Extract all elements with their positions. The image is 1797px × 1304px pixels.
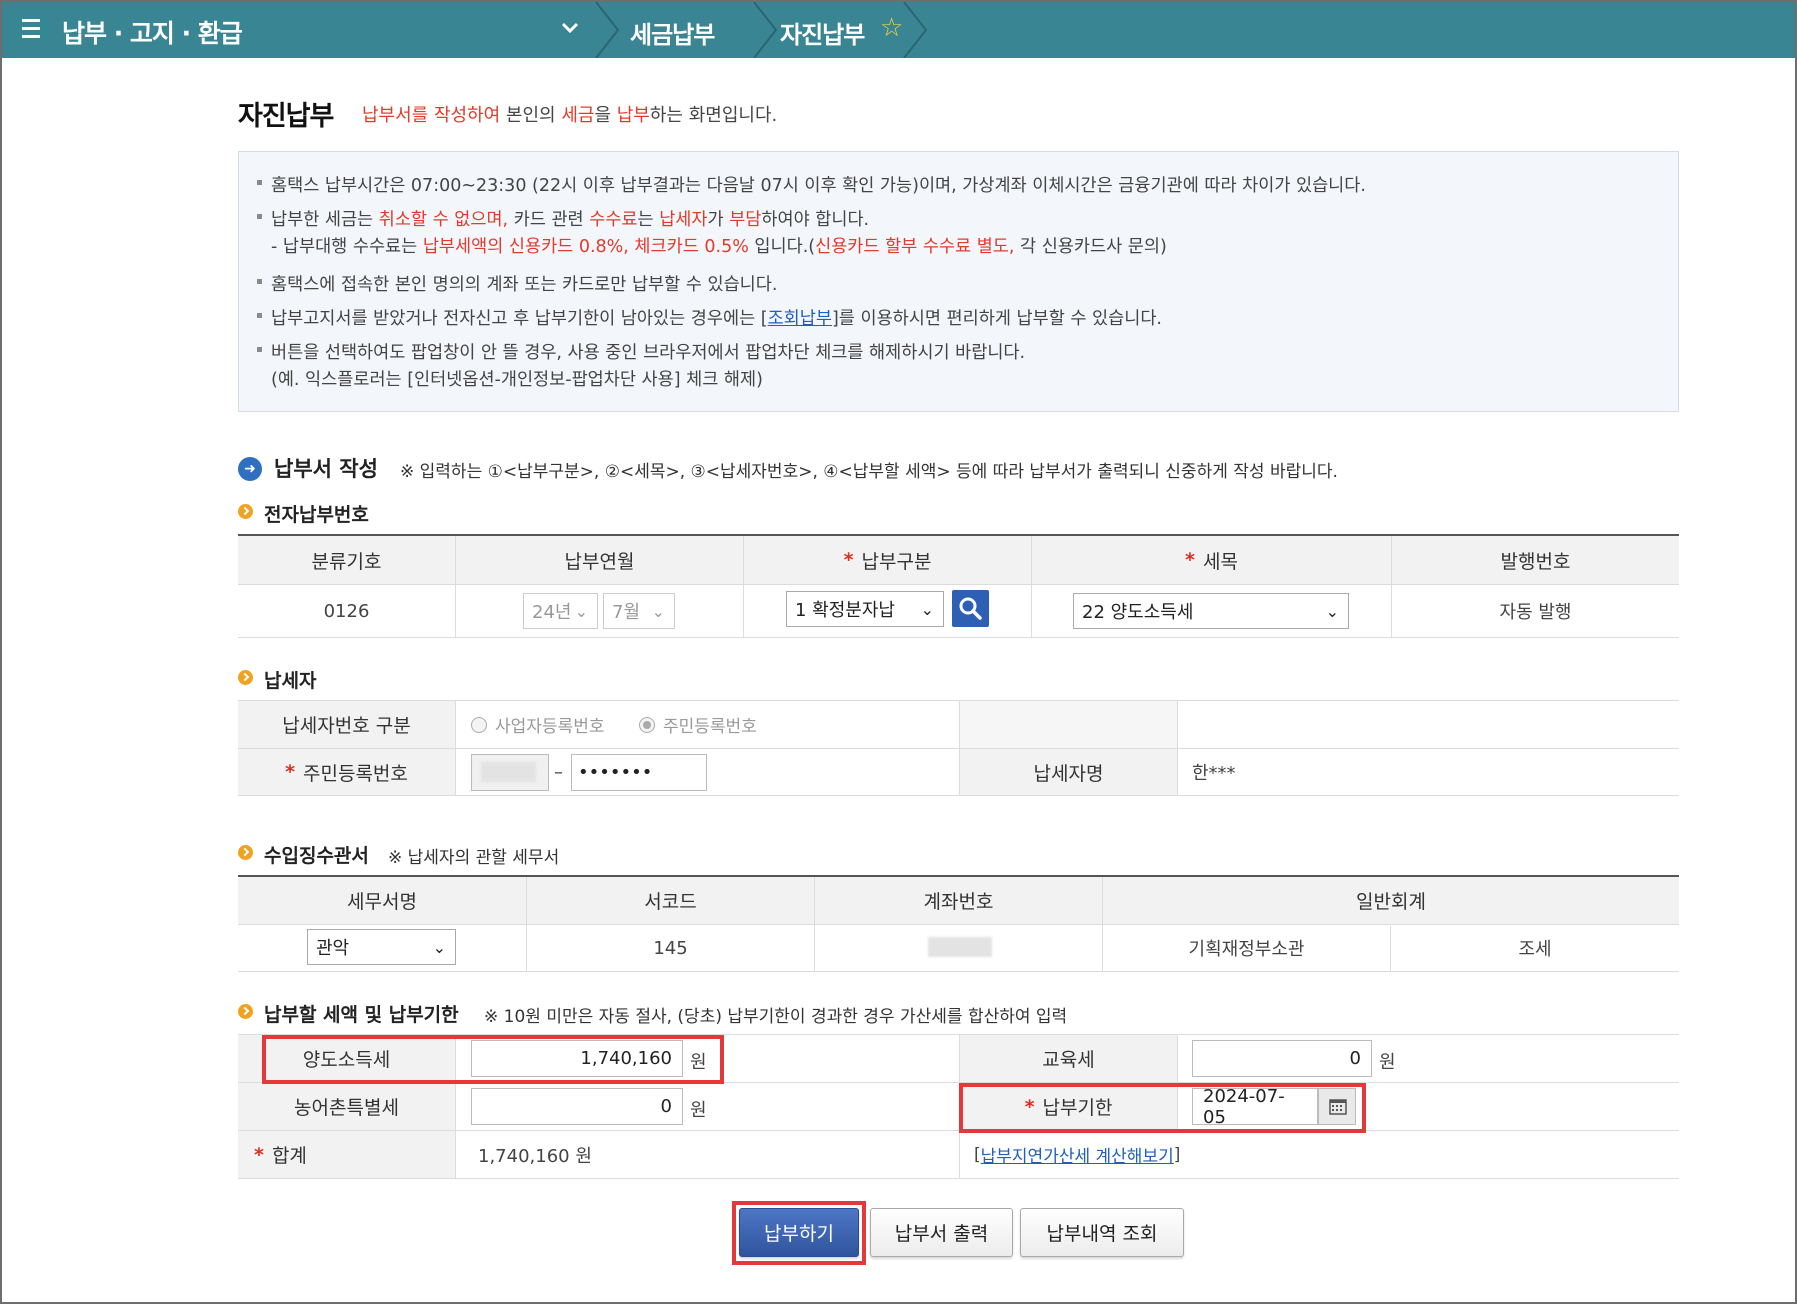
epay-section-title: 전자납부번호 [264,504,369,526]
taxpayer-name-label: 납세자명 [960,749,1177,795]
amount-section-note: ※ 10원 미만은 자동 절사, (당초) 납부기한이 경과한 경우 가산세를 … [484,1007,1068,1027]
education-tax-input[interactable]: 0 [1192,1040,1372,1077]
classification-code-value: 0126 [323,600,370,622]
form-section-note: ※ 입력하는 ①<납부구분>, ②<세목>, ③<납세자번호>, ④<납부할 세… [400,462,1338,482]
month-select[interactable]: 7월 ⌄ [603,593,675,629]
breadcrumb-separator-icon [595,2,620,58]
notice-line: 납부한 세금는 취소할 수 없으며, 카드 관련 수수료는 납세자가 부담하여야… [256,206,869,231]
notice-line: 홈택스에 접속한 본인 명의의 계좌 또는 카드로만 납부할 수 있습니다. [256,271,777,296]
header-issue-number: 발행번호 [1392,536,1679,584]
rural-tax-input[interactable]: 0 [471,1088,683,1125]
bullet-icon [238,504,253,519]
bullet-icon [238,670,253,685]
education-tax-label: 교육세 [960,1035,1177,1082]
masked-account-number [928,937,992,957]
rural-tax-label: 농어촌특별세 [238,1083,455,1130]
bullet-icon [238,845,253,860]
taxpayer-id-type-label: 납세자번호 구분 [238,701,455,748]
chevron-down-icon[interactable] [560,16,580,40]
resident-number-back-input[interactable]: ••••••• [571,754,707,791]
resident-number-radio[interactable] [639,717,655,733]
bullet-icon [238,1004,253,1019]
tax-kind-value: 조세 [1518,939,1552,960]
notice-line: - 납부대행 수수료는 납부세액의 신용카드 0.8%, 체크카드 0.5% 입… [271,237,1167,257]
taxpayer-name-value: 한*** [1192,763,1236,784]
issue-number-value: 자동 발행 [1499,602,1572,623]
resident-number-label: * 주민등록번호 [238,749,455,795]
payment-type-select[interactable]: 1 확정분자납 ⌄ [786,591,944,627]
business-number-radio[interactable] [471,717,487,733]
search-icon [959,597,982,620]
office-section-title: 수입징수관서 [264,845,369,867]
hamburger-menu-icon[interactable] [22,19,40,39]
top-navigation-bar: 납부 · 고지 · 환급 세금납부 자진납부 ☆ [2,2,1795,58]
notice-box: 홈택스 납부시간은 07:00~23:30 (22시 이후 납부결과는 다음날 … [238,151,1679,412]
taxpayer-section-title: 납세자 [264,670,317,692]
breadcrumb-tax-payment[interactable]: 세금납부 [630,15,715,50]
highlight-transfer-tax [262,1035,724,1084]
header-account-number: 계좌번호 [815,877,1102,924]
highlight-deadline [959,1083,1366,1133]
notice-line: 홈택스 납부시간은 07:00~23:30 (22시 이후 납부결과는 다음날 … [257,172,1366,197]
breadcrumb-separator-icon [903,2,928,58]
header-payment-month: 납부연월 [456,536,743,584]
epay-table: 분류기호 납부연월 * 납부구분 * 세목 발행번호 0126 24년 ⌄ 7월 ⌄ 1… [238,534,1679,638]
resident-number-dash: – [554,762,563,783]
office-section-note: ※ 납세자의 관할 세무서 [388,848,560,868]
arrow-circle-icon: ➜ [238,457,262,481]
notice-line: (예. 익스플로러는 [인터넷옵션-개인정보-팝업차단 사용] 체크 해제) [271,370,763,390]
notice-line: 납부고지서를 받았거나 전자신고 후 납부기한이 남아있는 경우에는 [조회납부… [257,305,1162,330]
tax-item-select[interactable]: 22 양도소득세 ⌄ [1073,593,1349,629]
print-bill-button[interactable]: 납부서 출력 [870,1208,1013,1257]
empty-header-cell [960,701,1177,748]
office-code-value: 145 [653,937,688,959]
office-name-select[interactable]: 관악 ⌄ [307,929,456,965]
late-penalty-link-wrapper: [납부지연가산세 계산해보기] [974,1131,1234,1178]
won-unit: 원 [1379,1052,1396,1073]
page-title: 자진납부 [238,101,334,132]
late-penalty-calc-link[interactable]: 납부지연가산세 계산해보기 [981,1142,1174,1167]
header-classification-code: 분류기호 [238,536,455,584]
inquiry-payment-link[interactable]: 조회납부 [768,309,832,329]
notice-line: 버튼을 선택하여도 팝업창이 안 뜰 경우, 사용 중인 브라우저에서 팝업차단… [256,339,1025,364]
resident-number-radio-label[interactable]: 주민등록번호 [663,701,793,748]
search-button[interactable] [952,590,989,627]
year-select[interactable]: 24년 ⌄ [523,593,598,629]
header-tax-item: * 세목 [1032,536,1391,584]
breadcrumb-self-payment[interactable]: 자진납부 [780,15,865,50]
header-office-name: 세무서명 [238,877,526,924]
header-office-code: 서코드 [527,877,814,924]
payment-history-button[interactable]: 납부내역 조회 [1020,1208,1184,1257]
total-label: * 합계 [238,1131,455,1178]
taxpayer-table: 납세자번호 구분 사업자등록번호 주민등록번호 * 주민등록번호 – ••••••… [238,700,1679,796]
business-number-radio-label[interactable]: 사업자등록번호 [495,701,635,748]
office-table: 세무서명 서코드 계좌번호 일반회계 관악 ⌄ 145 기획재정부소관 조세 [238,875,1679,972]
form-section-title: 납부서 작성 [274,457,378,481]
breadcrumb-separator-icon [753,2,778,58]
menu-title[interactable]: 납부 · 고지 · 환급 [62,14,243,50]
total-value: 1,740,160 원 [478,1145,592,1167]
header-payment-type: * 납부구분 [744,536,1031,584]
header-general-account: 일반회계 [1103,877,1679,924]
account-type-value: 기획재정부소관 [1188,939,1305,960]
amount-section-title: 납부할 세액 및 납부기한 [264,1004,459,1026]
pay-button[interactable]: 납부하기 [739,1208,859,1257]
page-description: 납부서를 작성하여 본인의 세금을 납부하는 화면입니다. [362,105,778,126]
won-unit: 원 [690,1100,707,1121]
masked-value [481,762,536,782]
